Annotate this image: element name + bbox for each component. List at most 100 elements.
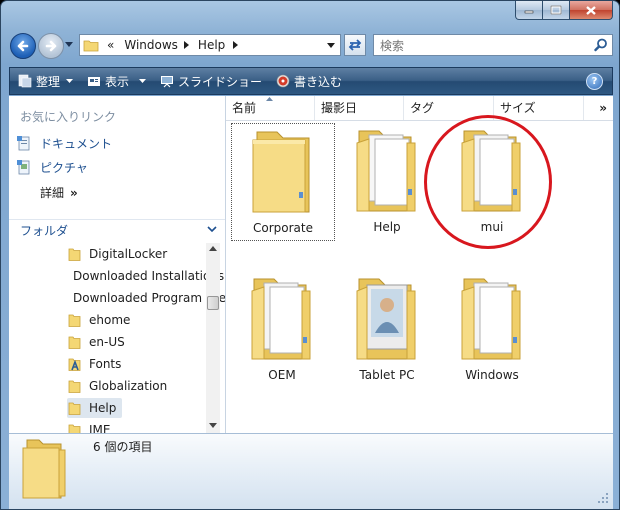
folder-icon — [356, 130, 416, 212]
organize-icon — [18, 74, 32, 88]
favorite-link-label: ドキュメント — [40, 136, 113, 151]
tree-item-label: Downloaded Installations — [73, 269, 225, 283]
double-chevron-icon: » — [70, 185, 78, 200]
favorite-link-label: ピクチャ — [40, 160, 88, 175]
tree-item-ime[interactable]: IME — [67, 420, 207, 433]
scroll-down-icon[interactable] — [209, 423, 217, 428]
tree-item-en-us[interactable]: en-US — [67, 332, 207, 352]
tree-item-label: en-US — [89, 335, 125, 349]
breadcrumb-separator-icon[interactable] — [183, 41, 190, 49]
file-item-tablet-pc[interactable]: Tablet PC — [336, 271, 438, 387]
back-arrow-icon — [17, 40, 29, 52]
slideshow-button[interactable]: スライドショー — [160, 73, 262, 90]
file-item-corporate[interactable]: Corporate — [231, 123, 335, 241]
folders-header[interactable]: フォルダ — [9, 219, 225, 241]
slideshow-label: スライドショー — [178, 74, 263, 89]
tree-item-downloaded-installations[interactable]: Downloaded Installations — [67, 266, 224, 286]
file-item-label: OEM — [268, 368, 296, 382]
views-icon — [88, 77, 101, 86]
column-header-date-taken[interactable]: 撮影日 — [315, 96, 404, 120]
file-item-mui[interactable]: mui — [441, 123, 543, 239]
close-button[interactable] — [570, 1, 613, 20]
column-header-name[interactable]: 名前 — [226, 96, 315, 120]
address-dropdown-icon[interactable] — [327, 43, 335, 48]
folder-icon — [68, 336, 81, 349]
command-bar: 整理 表示 スライドショー 書き込む ? — [9, 67, 613, 95]
tree-item-label: Downloaded Program Files — [73, 291, 225, 305]
history-dropdown-icon[interactable] — [65, 42, 73, 48]
minimize-button[interactable] — [515, 1, 543, 20]
tree-item-downloaded-program-files[interactable]: Downloaded Program Files — [67, 288, 225, 308]
sort-ascending-icon — [266, 97, 273, 101]
more-links-label: 詳細 — [40, 186, 65, 200]
folder-icon — [83, 40, 99, 52]
scroll-up-icon[interactable] — [209, 246, 217, 251]
folder-icon — [68, 380, 81, 393]
tree-item-digitallocker[interactable]: DigitalLocker — [67, 244, 207, 264]
address-bar[interactable]: « Windows Help — [79, 34, 341, 56]
folder-icon — [68, 402, 81, 415]
tree-item-label: DigitalLocker — [89, 247, 168, 261]
file-item-label: Help — [373, 220, 401, 234]
maximize-button[interactable] — [543, 1, 570, 20]
organize-button[interactable]: 整理 — [18, 73, 74, 90]
maximize-icon — [550, 5, 562, 15]
refresh-button[interactable] — [344, 34, 366, 56]
back-button[interactable] — [10, 33, 36, 59]
views-label: 表示 — [105, 74, 130, 89]
folder-icon — [252, 131, 310, 213]
folders-header-label: フォルダ — [20, 224, 69, 238]
tree-item-ehome[interactable]: ehome — [67, 310, 207, 330]
burn-disc-icon — [276, 74, 290, 88]
tree-item-label: Globalization — [89, 379, 168, 393]
column-header-label: 撮影日 — [321, 101, 358, 115]
folder-icon — [461, 130, 521, 212]
search-input[interactable] — [378, 36, 582, 56]
folder-tree-scrollbar[interactable] — [206, 243, 220, 433]
scrollbar-thumb[interactable] — [207, 296, 219, 310]
tree-item-label: Fonts — [89, 357, 122, 371]
more-columns-button[interactable]: » — [599, 96, 607, 120]
tree-item-fonts[interactable]: Fonts — [67, 354, 207, 374]
file-item-windows[interactable]: Windows — [441, 271, 543, 387]
fonts-folder-icon — [68, 358, 81, 371]
file-item-help[interactable]: Help — [336, 123, 438, 239]
column-header-tags[interactable]: タグ — [404, 96, 494, 120]
breadcrumb-separator-icon[interactable] — [233, 41, 239, 49]
minimize-icon — [524, 10, 534, 14]
forward-button[interactable] — [38, 33, 64, 59]
resize-grip-icon[interactable] — [597, 492, 609, 504]
column-header-size[interactable]: サイズ — [494, 96, 584, 120]
search-box[interactable] — [373, 34, 613, 56]
tree-item-help[interactable]: Help — [67, 398, 122, 418]
column-header-label: タグ — [410, 101, 435, 115]
search-icon[interactable] — [594, 38, 608, 52]
breadcrumb-help[interactable]: Help — [198, 38, 225, 52]
file-list-pane: 名前 撮影日 タグ サイズ » Corporate Help mui OEM T… — [226, 96, 613, 433]
item-count: 6 個の項目 — [93, 440, 153, 454]
tree-item-label: IME — [89, 423, 111, 433]
documents-icon — [17, 136, 30, 151]
folder-tree: DigitalLocker Downloaded Installations D… — [9, 243, 225, 433]
file-item-label: Tablet PC — [359, 368, 415, 382]
burn-button[interactable]: 書き込む — [276, 73, 342, 90]
views-button[interactable]: 表示 — [87, 73, 147, 90]
help-icon[interactable]: ? — [586, 73, 603, 90]
breadcrumb-windows[interactable]: Windows — [124, 38, 178, 52]
favorite-link-documents[interactable]: ドキュメント — [16, 133, 112, 153]
favorite-links-header: お気に入りリンク — [20, 110, 117, 124]
more-links-button[interactable]: 詳細 » — [40, 184, 78, 201]
file-item-oem[interactable]: OEM — [231, 271, 333, 387]
favorite-link-pictures[interactable]: ピクチャ — [16, 157, 88, 177]
tree-item-label: ehome — [89, 313, 131, 327]
forward-arrow-icon — [45, 40, 57, 52]
address-overflow-chevron[interactable]: « — [107, 38, 114, 52]
close-icon — [586, 5, 596, 15]
details-pane: 6 個の項目 — [9, 433, 613, 509]
burn-label: 書き込む — [294, 74, 343, 89]
column-headers: 名前 撮影日 タグ サイズ » — [226, 96, 613, 121]
file-item-label: Windows — [465, 368, 519, 382]
tree-item-globalization[interactable]: Globalization — [67, 376, 207, 396]
folder-icon — [68, 424, 81, 433]
chevron-down-icon — [207, 226, 217, 233]
